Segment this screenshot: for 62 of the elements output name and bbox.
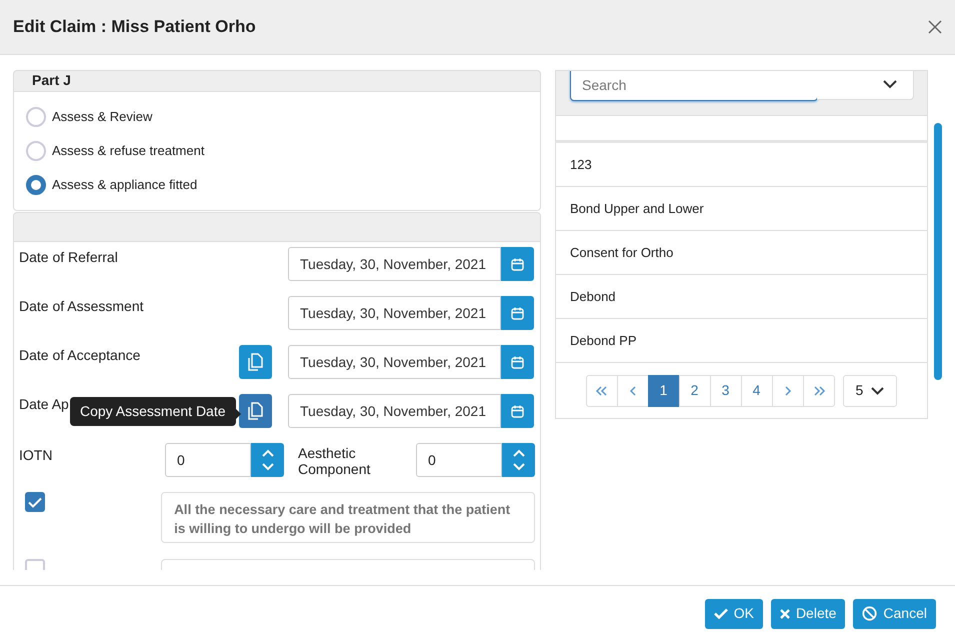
double-chevron-icon [812,386,826,396]
previous-page-button[interactable] [616,374,648,406]
list-item[interactable]: Debond PP [555,319,928,363]
field-label: Aesthetic Component [297,444,372,479]
spinner-arrows-icon[interactable] [262,449,274,471]
copy-button[interactable] [239,394,272,428]
list-item[interactable]: 123 [555,143,928,187]
field-label: Date of Assessment [19,297,144,314]
dialog-title: Edit Claim : Miss Patient Orho [13,16,256,38]
radio-label[interactable]: Assess & Review [52,107,152,127]
ok-button[interactable]: OK [704,598,763,628]
calendar-icon [511,306,524,320]
delete-button[interactable]: Delete [770,598,846,628]
check-icon [714,608,728,619]
calendar-button[interactable] [501,394,534,428]
field-label: Date Ap [19,395,69,412]
search-field[interactable]: Search [570,71,818,101]
calendar-icon [511,356,524,368]
field-label: IOTN [19,446,54,465]
field-label: Date of Referral [19,248,118,265]
check-icon [28,496,42,508]
tooltip: Copy Assessment Date [70,397,236,426]
date-field[interactable]: Tuesday, 30, November, 2021 [288,247,501,281]
copy-icon [248,353,263,371]
calendar-button[interactable] [501,247,534,281]
close-icon [780,608,790,618]
chevron-down-icon [883,80,897,89]
list-item[interactable]: Consent for Ortho [555,231,928,275]
list-item[interactable]: Debond [555,275,928,319]
calendar-button[interactable] [501,296,534,330]
date-field[interactable]: Tuesday, 30, November, 2021 [288,345,501,379]
page-button[interactable]: 1 [648,374,680,406]
double-chevron-icon [594,386,608,396]
number-field[interactable]: 0 [165,443,251,477]
radio-label[interactable]: Assess & refuse treatment [52,141,204,161]
field-label: Date of Acceptance [19,346,140,363]
calendar-button[interactable] [501,345,534,379]
checkbox[interactable] [25,492,45,512]
radio-button[interactable] [26,175,46,195]
last-page-button[interactable] [802,374,834,406]
page-size-select[interactable]: 5 [842,374,896,406]
section-title: Part J [31,71,71,89]
spinner-arrows-icon[interactable] [512,449,524,471]
list-item[interactable]: Bond Upper and Lower [555,187,928,231]
page-button[interactable]: 3 [710,374,742,406]
text-area[interactable]: All the necessary care and treatment that the patient is willing to undergo will be provided [161,492,535,543]
page-button[interactable]: 2 [678,374,710,406]
close-icon[interactable] [928,20,942,34]
scrollbar[interactable] [934,123,942,380]
first-page-button[interactable] [586,374,618,406]
copy-icon [248,402,263,420]
chevron-down-icon [871,386,884,394]
ban-icon [862,606,878,621]
date-field[interactable]: Tuesday, 30, November, 2021 [288,296,501,330]
radio-label[interactable]: Assess & appliance fitted [52,175,198,195]
calendar-icon [511,404,524,418]
cancel-button[interactable]: Cancel [853,598,936,628]
page-button[interactable]: 4 [740,374,772,406]
number-field[interactable]: 0 [416,443,502,477]
calendar-icon [511,258,524,270]
date-field[interactable]: Tuesday, 30, November, 2021 [288,394,501,428]
copy-button[interactable] [239,345,272,379]
